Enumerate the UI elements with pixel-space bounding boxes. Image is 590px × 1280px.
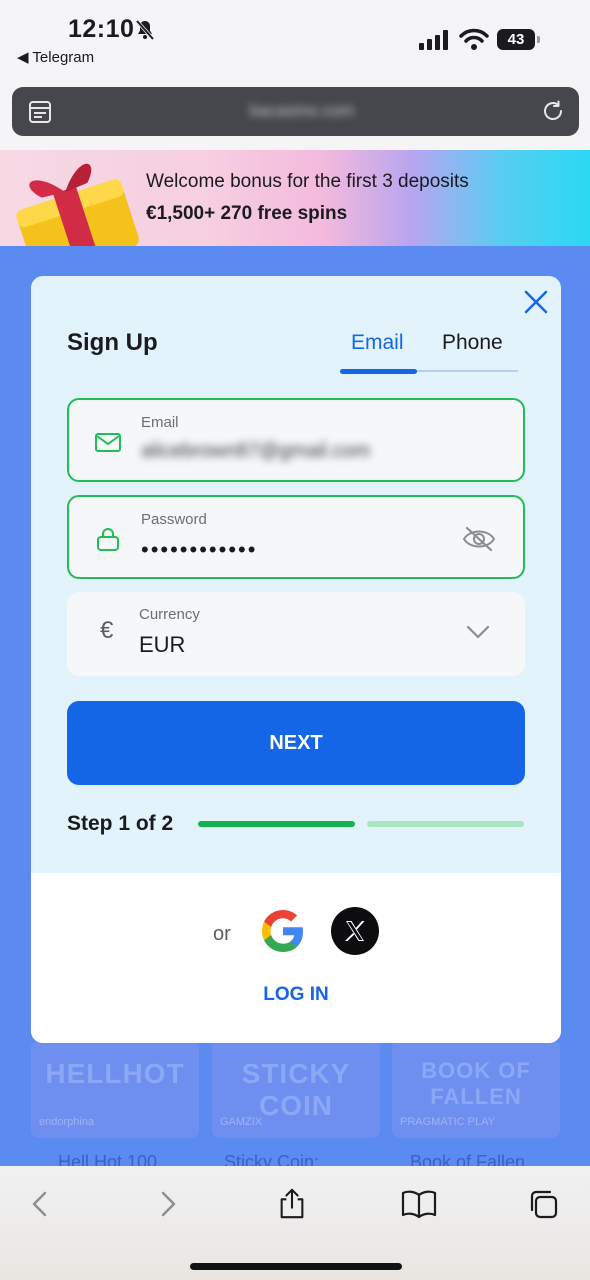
signup-modal: Sign Up Email Phone Email alicebrown87@g… [31,276,561,1043]
forward-icon[interactable] [153,1188,183,1220]
email-field-value: alicebrown87@gmail.com [141,440,371,462]
social-login-section: or LOG IN [31,873,561,1043]
step-progress-remaining [367,821,524,827]
tab-email[interactable]: Email [351,331,404,355]
banner-title: Welcome bonus for the first 3 deposits [146,171,469,192]
currency-field-label: Currency [139,606,200,623]
wifi-icon [459,28,489,50]
reload-icon[interactable] [541,99,565,123]
next-button[interactable]: NEXT [67,701,525,785]
mail-icon [95,433,121,452]
reader-icon[interactable] [29,100,51,124]
gift-icon [16,163,139,246]
game-tile[interactable]: STICKY COIN GAMZIX [212,1040,380,1138]
currency-select[interactable]: € Currency EUR [67,592,525,676]
email-field[interactable]: Email alicebrown87@gmail.com [67,398,525,482]
password-field-value: •••••••••••• [141,537,258,562]
game-logo: BOOK OF FALLEN [421,1058,531,1109]
home-indicator [190,1263,402,1270]
url-text: bacasino.com [249,101,355,120]
clock: 12:10 [68,15,135,43]
lock-icon [97,528,119,551]
battery-indicator: 43 [497,29,540,50]
login-link[interactable]: LOG IN [31,984,561,1006]
signal-icon [419,30,448,50]
or-separator: or [213,923,231,945]
step-progress-done [198,821,355,827]
game-logo: HELLHOT [45,1058,185,1089]
close-icon[interactable] [522,288,550,316]
tabs-icon[interactable] [529,1188,559,1220]
x-login-button[interactable] [331,907,379,955]
game-tile[interactable]: BOOK OF FALLEN PRAGMATIC PLAY [392,1040,560,1138]
email-field-label: Email [141,414,179,431]
game-provider: endorphina [39,1116,95,1128]
password-field[interactable]: Password •••••••••••• [67,495,525,579]
bell-slash-icon [135,19,155,41]
game-logo: STICKY COIN [241,1058,351,1121]
status-bar: 12:10 ◀ Telegram 43 [0,0,590,76]
back-icon[interactable] [25,1188,55,1220]
x-logo-icon [345,921,365,941]
step-indicator: Step 1 of 2 [67,812,174,835]
tab-phone[interactable]: Phone [442,331,503,355]
bookmarks-icon[interactable] [401,1188,437,1220]
game-provider: GAMZIX [220,1116,263,1128]
game-provider: PRAGMATIC PLAY [400,1116,495,1128]
bonus-banner[interactable]: Welcome bonus for the first 3 deposits €… [0,150,590,246]
share-icon[interactable] [277,1188,307,1220]
active-tab-indicator [340,369,417,374]
currency-field-value: EUR [139,632,186,657]
back-to-telegram[interactable]: ◀ Telegram [17,48,94,66]
address-bar[interactable]: bacasino.com [12,87,579,136]
google-icon[interactable] [259,907,307,955]
chevron-down-icon[interactable] [466,624,490,640]
browser-url-area: bacasino.com [0,76,590,150]
game-tile[interactable]: HELLHOT endorphina [31,1040,199,1138]
euro-icon: € [100,617,114,644]
password-field-label: Password [141,511,207,528]
eye-off-icon[interactable] [462,525,496,553]
browser-toolbar [0,1166,590,1280]
modal-title: Sign Up [67,329,158,356]
banner-offer: €1,500+ 270 free spins [146,203,348,224]
